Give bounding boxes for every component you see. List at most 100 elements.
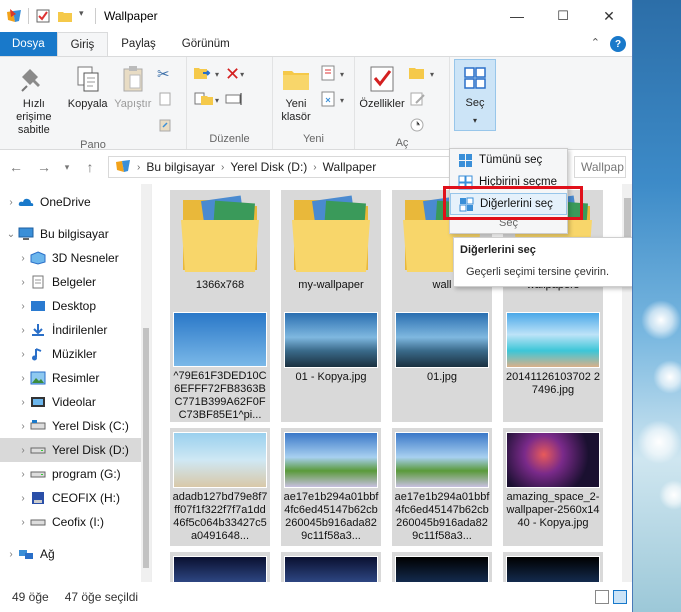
minimize-button[interactable]: — <box>494 0 540 32</box>
recent-chevron-icon[interactable]: ▾ <box>62 162 72 173</box>
nav-item-documents[interactable]: › Belgeler <box>0 270 151 294</box>
nav-item-label: Desktop <box>52 299 97 313</box>
nav-item-disk-d[interactable]: › Yerel Disk (D:) <box>0 438 151 462</box>
file-name: 01.jpg <box>427 371 457 383</box>
select-all-item[interactable]: Tümünü seç <box>450 149 567 171</box>
nav-item-onedrive[interactable]: › OneDrive <box>0 190 151 214</box>
file-item-selected[interactable]: adadb127bd79e8f7ff07f1f322f7f7a1dd46f5c0… <box>170 428 270 546</box>
nav-item-program-g[interactable]: › program (G:) <box>0 462 151 486</box>
rename-button[interactable] <box>225 89 251 111</box>
file-item-selected[interactable]: 01 - Kopya.jpg <box>281 308 381 422</box>
file-item-selected[interactable]: 20141126103702 27496.jpg <box>503 308 603 422</box>
close-button[interactable]: ✕ <box>586 0 632 32</box>
file-item-partial[interactable] <box>281 552 381 582</box>
back-arrow-icon[interactable]: ← <box>6 159 26 175</box>
nav-expand-chevron-icon[interactable]: › <box>16 253 30 264</box>
explorer-app-icon[interactable] <box>6 8 22 24</box>
breadcrumb-disk-d[interactable]: Yerel Disk (D:) <box>230 160 307 174</box>
ribbon-collapse-icon[interactable]: ⌃ <box>591 36 600 52</box>
paste-shortcut-button[interactable] <box>157 115 183 137</box>
nav-item-network[interactable]: › Ağ <box>0 542 151 566</box>
help-icon[interactable]: ? <box>610 36 626 52</box>
nav-expand-chevron-icon[interactable]: › <box>16 373 30 384</box>
nav-expand-chevron-icon[interactable]: › <box>16 325 30 336</box>
large-icons-view-icon[interactable] <box>613 590 627 604</box>
navigation-pane: › OneDrive ⌄ Bu bilgisayar › 3D Nesneler… <box>0 184 152 582</box>
properties-button[interactable]: Özellikler <box>358 61 406 137</box>
nav-item-label: Bu bilgisayar <box>40 227 109 241</box>
nav-expand-chevron-icon[interactable]: › <box>16 301 30 312</box>
delete-button[interactable]: ✕ ▾ <box>225 63 251 85</box>
image-thumbnail <box>506 432 600 488</box>
history-button[interactable] <box>408 115 434 137</box>
cut-button[interactable]: ✂ <box>157 63 183 85</box>
tooltip-text: Geçerli seçimi tersine çevirin. <box>466 266 610 278</box>
nav-expand-chevron-icon[interactable]: › <box>16 517 30 528</box>
search-input[interactable]: Wallpap <box>574 156 626 178</box>
nav-item-videos[interactable]: › Videolar <box>0 390 151 414</box>
pin-quick-access-button[interactable]: Hızlı erişime sabitle <box>3 61 65 139</box>
move-to-button[interactable]: ▾ <box>193 63 219 85</box>
nav-item-disk-c[interactable]: › Yerel Disk (C:) <box>0 414 151 438</box>
nav-expand-chevron-icon[interactable]: › <box>16 469 30 480</box>
nav-expand-chevron-icon[interactable]: › <box>16 277 30 288</box>
file-name: ae17e1b294a01bbf4fc6ed45147b62cb260045b9… <box>394 491 490 542</box>
file-item-selected[interactable]: 1366x768 <box>170 190 270 308</box>
nav-item-ceofix-i[interactable]: › Ceofix (I:) <box>0 510 151 534</box>
new-folder-button[interactable]: Yeni klasör <box>276 61 316 133</box>
file-item-selected[interactable]: ^79E61F3DED10C6EFFF72FB8363BC771B399A62F… <box>170 308 270 422</box>
copy-button[interactable]: Kopyala <box>67 61 109 139</box>
nav-item-3d-objects[interactable]: › 3D Nesneler <box>0 246 151 270</box>
nav-expand-chevron-icon[interactable]: › <box>16 421 30 432</box>
nav-expand-chevron-icon[interactable]: › <box>16 493 30 504</box>
highlight-annotation <box>443 186 583 220</box>
select-button[interactable]: Seç ▾ <box>454 59 496 131</box>
easy-access-button[interactable]: ▾ <box>318 89 344 111</box>
file-item-selected[interactable]: ae17e1b294a01bbf4fc6ed45147b62cb260045b9… <box>392 428 492 546</box>
breadcrumb-wallpaper[interactable]: Wallpaper <box>323 160 377 174</box>
nav-expand-chevron-icon[interactable]: ⌄ <box>4 229 18 240</box>
documents-icon <box>30 275 46 289</box>
tab-dosya[interactable]: Dosya <box>0 32 57 56</box>
up-arrow-icon[interactable]: ↑ <box>80 159 100 175</box>
details-view-icon[interactable] <box>595 590 609 604</box>
nav-scrollbar[interactable] <box>141 184 151 582</box>
nav-expand-chevron-icon[interactable]: › <box>16 349 30 360</box>
file-item-selected[interactable]: amazing_space_2-wallpaper-2560x1440 - Ko… <box>503 428 603 546</box>
breadcrumb-this-pc[interactable]: Bu bilgisayar <box>146 160 215 174</box>
new-folder-quick-icon[interactable] <box>57 8 73 24</box>
tab-gorunum[interactable]: Görünüm <box>169 32 243 56</box>
file-item-partial[interactable] <box>170 552 270 582</box>
file-item-selected[interactable]: 01.jpg <box>392 308 492 422</box>
copy-to-button[interactable]: ▾ <box>193 89 219 111</box>
scissors-icon: ✂ <box>157 66 170 83</box>
nav-item-pictures[interactable]: › Resimler <box>0 366 151 390</box>
tab-paylas[interactable]: Paylaş <box>108 32 169 56</box>
customize-toolbar-icon[interactable]: ▾ <box>79 8 89 24</box>
nav-item-desktop[interactable]: › Desktop <box>0 294 151 318</box>
file-item-selected[interactable]: ae17e1b294a01bbf4fc6ed45147b62cb260045b9… <box>281 428 381 546</box>
forward-arrow-icon[interactable]: → <box>34 159 54 175</box>
file-item-selected[interactable]: my-wallpaper <box>281 190 381 308</box>
tab-giris[interactable]: Giriş <box>56 32 109 56</box>
properties-quick-icon[interactable] <box>35 8 51 24</box>
copy-path-button[interactable] <box>157 89 183 111</box>
file-item-partial[interactable] <box>392 552 492 582</box>
nav-item-ceofix-h[interactable]: › CEOFIX (H:) <box>0 486 151 510</box>
image-thumbnail <box>395 556 489 582</box>
paste-button[interactable]: Yapıştır <box>111 61 155 139</box>
group-yeni: Yeni klasör ▾ ▾ Yeni <box>273 57 355 149</box>
nav-item-music[interactable]: › Müzikler <box>0 342 151 366</box>
nav-expand-chevron-icon[interactable]: › <box>16 397 30 408</box>
nav-item-this-pc[interactable]: ⌄ Bu bilgisayar <box>0 222 151 246</box>
nav-expand-chevron-icon[interactable]: › <box>16 445 30 456</box>
open-button[interactable]: ▾ <box>408 63 434 85</box>
new-item-button[interactable]: ▾ <box>318 63 344 85</box>
nav-item-downloads[interactable]: › İndirilenler <box>0 318 151 342</box>
nav-expand-chevron-icon[interactable]: › <box>4 197 18 208</box>
file-item-partial[interactable] <box>503 552 603 582</box>
nav-expand-chevron-icon[interactable]: › <box>4 549 18 560</box>
edit-button[interactable] <box>408 89 434 111</box>
maximize-button[interactable]: ☐ <box>540 0 586 32</box>
window-title: Wallpaper <box>104 9 158 23</box>
